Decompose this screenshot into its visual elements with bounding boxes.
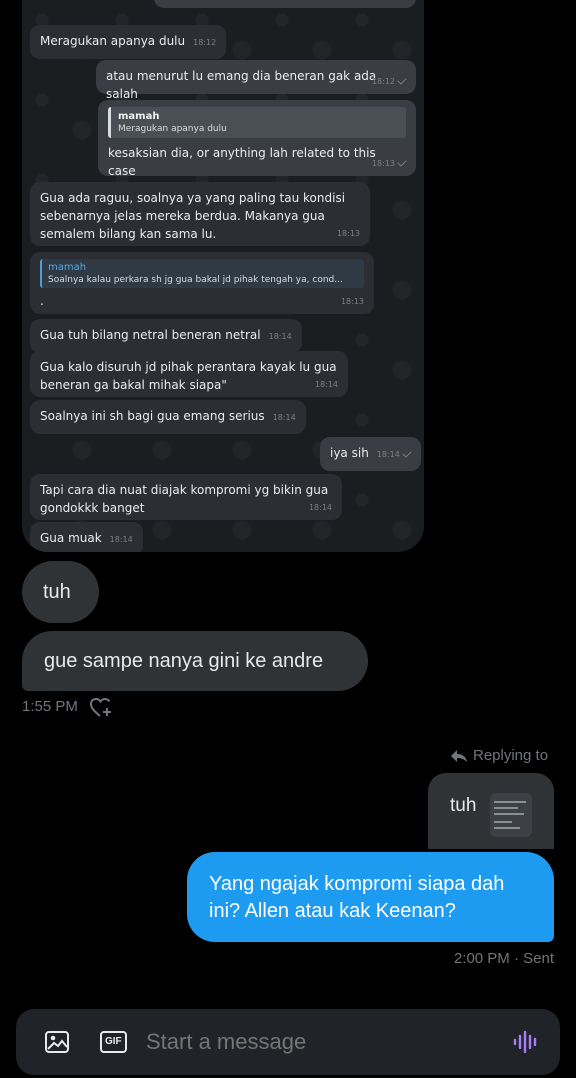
message-composer: GIF	[16, 1009, 560, 1075]
quoted-author: mamah	[118, 111, 160, 122]
message-text: kesaksian dia, or anything lah related t…	[108, 146, 376, 178]
message-text: Yang ngajak kompromi siapa dah ini? Alle…	[209, 873, 505, 922]
message-time: 18:14	[109, 535, 133, 544]
message-time: 18:14	[376, 450, 400, 459]
replying-to-label: Replying to	[450, 747, 548, 764]
read-tick-icon	[397, 157, 407, 167]
message-line: semalem bilang kan sama lu.	[40, 227, 217, 241]
read-tick-icon	[402, 448, 412, 458]
reaction-heart-add-icon[interactable]	[89, 697, 114, 719]
reply-preview[interactable]: tuh	[428, 773, 554, 849]
message-text: .	[40, 294, 44, 308]
message-time: 18:12	[193, 38, 217, 47]
message-time: 18:14	[272, 413, 296, 422]
message-line: Gua ada raguu, soalnya ya yang paling ta…	[40, 191, 346, 205]
received-message[interactable]: gue sampe nanya gini ke andre	[22, 631, 368, 691]
message-text: gue sampe nanya gini ke andre	[44, 650, 324, 672]
message-text: tuh	[43, 581, 71, 603]
message-meta: 18:12	[372, 73, 407, 91]
quoted-author: mamah	[48, 262, 87, 273]
message-out: atau menurut lu emang dia beneran gak ad…	[96, 60, 416, 101]
message-text: Gua tuh bilang netral beneran netral	[40, 328, 261, 342]
message-text: Gua muak	[40, 531, 102, 545]
message-text: Meragukan apanya dulu	[40, 34, 186, 48]
message-in: Tapi cara dia nuat diajak kompromi yg bi…	[30, 474, 342, 520]
voice-waveform-icon[interactable]	[512, 1029, 538, 1060]
sent-message[interactable]: Yang ngajak kompromi siapa dah ini? Alle…	[187, 852, 554, 942]
message-in: Gua kalo disuruh jd pihak perantara kaya…	[30, 351, 348, 397]
message-time: 18:14	[314, 380, 338, 389]
message-time: 18:14	[308, 503, 332, 512]
message-line: Gua kalo disuruh jd pihak perantara kaya…	[40, 360, 337, 374]
replying-to-text: Replying to	[473, 747, 549, 764]
message-in-reply: mamah Soalnya kalau perkara sh jg gua ba…	[30, 252, 374, 314]
reply-preview-text: tuh	[450, 795, 477, 816]
message-in: Gua ada raguu, soalnya ya yang paling ta…	[30, 182, 370, 246]
message-in: Meragukan apanya dulu 18:12	[30, 25, 227, 59]
message-input[interactable]	[146, 1029, 486, 1055]
quoted-message: mamah Soalnya kalau perkara sh jg gua ba…	[40, 259, 364, 288]
message-text: Soalnya ini sh bagi gua emang serius	[40, 409, 265, 423]
attached-chat-screenshot[interactable]: Meragukan apanya dulu 18:12 atau menurut …	[22, 0, 424, 552]
message-time: 18:13	[340, 297, 364, 306]
gif-label: GIF	[100, 1031, 127, 1053]
quoted-text: Meragukan apanya dulu	[118, 124, 227, 134]
message-time: 18:14	[268, 332, 292, 341]
received-timestamp: 1:55 PM	[22, 698, 78, 715]
message-in: Gua muak 18:14	[30, 522, 143, 552]
quoted-text: Soalnya kalau perkara sh jg gua bakal jd…	[48, 275, 343, 285]
message-line: Tapi cara dia nuat diajak kompromi yg bi…	[40, 483, 329, 497]
sent-status: 2:00 PM · Sent	[453, 950, 554, 967]
message-out: iya sih 18:14	[320, 437, 421, 471]
message-in: Gua tuh bilang netral beneran netral 18:1…	[30, 319, 302, 353]
quoted-message: mamah Meragukan apanya dulu	[108, 107, 406, 138]
message-in: Soalnya ini sh bagi gua emang serius 18:1…	[30, 400, 306, 434]
image-icon[interactable]	[44, 1030, 70, 1059]
message-out-reply: mamah Meragukan apanya dulu kesaksian di…	[98, 100, 416, 178]
gif-icon[interactable]: GIF	[100, 1031, 127, 1053]
reply-arrow-icon	[450, 749, 468, 763]
message-meta: 18:13	[372, 155, 407, 173]
message-line: beneran ga bakal mihak siapa"	[40, 378, 227, 392]
message-line: sebenarnya jelas mereka berdua. Makanya …	[40, 209, 325, 223]
message-text: iya sih	[330, 446, 369, 460]
message-time: 18:13	[336, 229, 360, 238]
partial-message	[154, 0, 416, 8]
reply-preview-thumbnail	[490, 793, 532, 837]
received-message[interactable]: tuh	[22, 561, 99, 623]
read-tick-icon	[397, 75, 407, 85]
message-line: gondokkk banget	[40, 501, 145, 515]
